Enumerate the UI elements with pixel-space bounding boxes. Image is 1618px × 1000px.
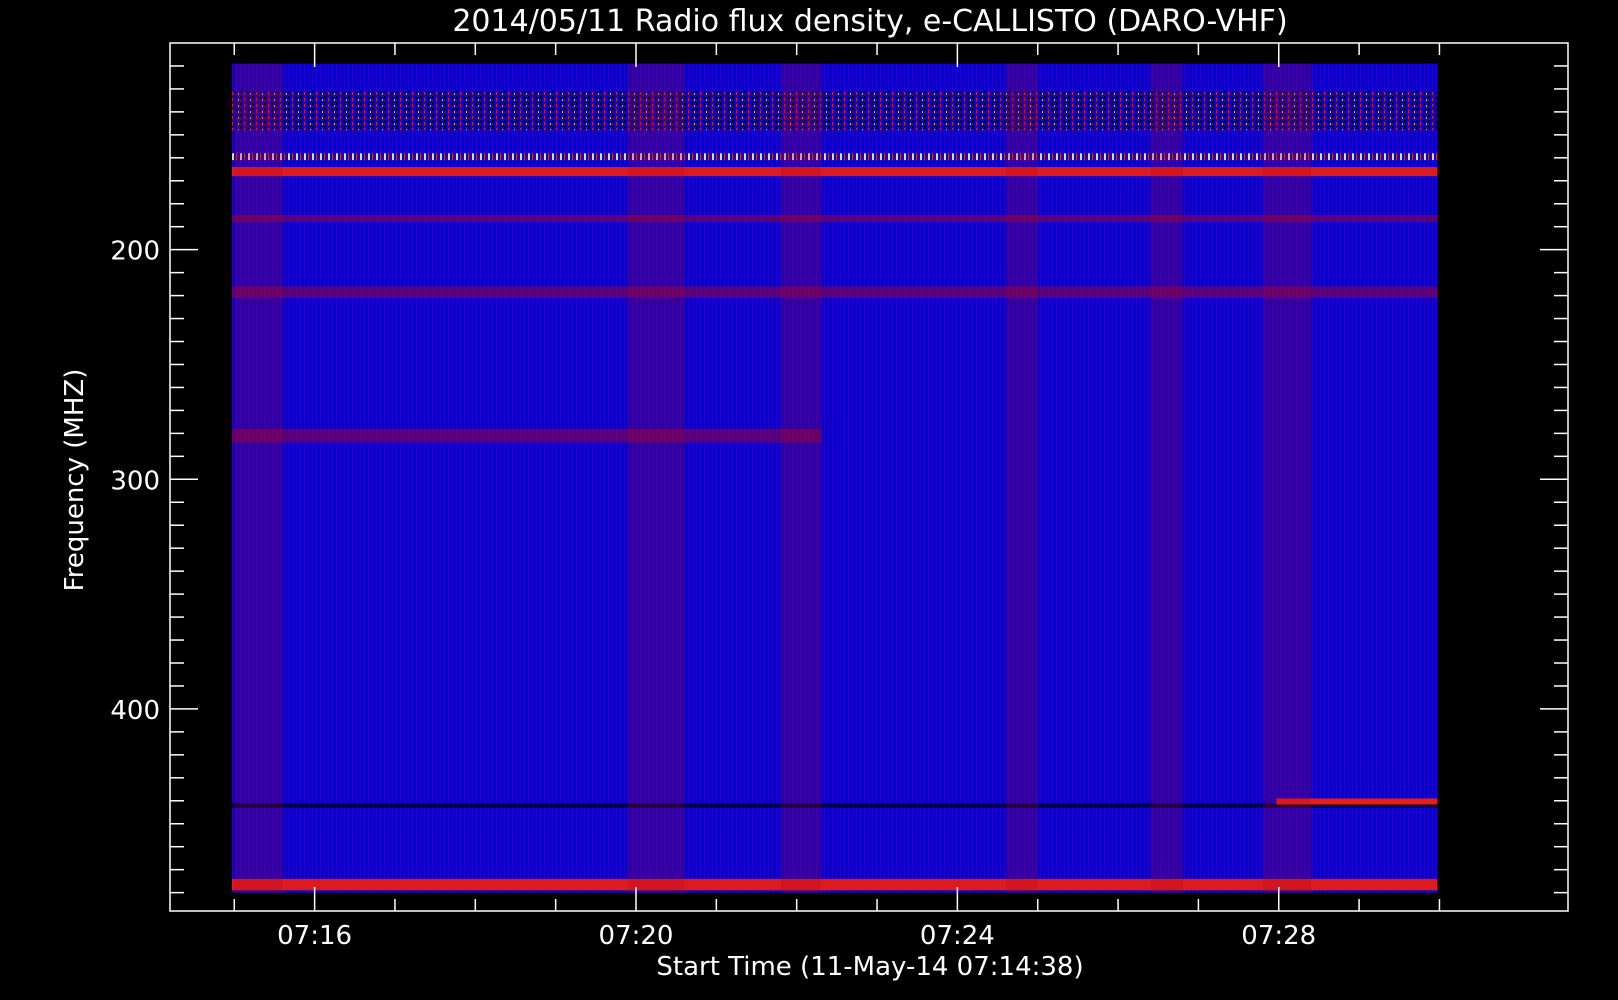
- vertical-shade-2: [780, 63, 821, 893]
- emission-band-4: [231, 286, 1438, 298]
- vertical-shade-3: [1005, 63, 1038, 893]
- heatmap-texture: [231, 63, 1438, 893]
- plot-area: 07:16 07:20 07:24 07:28 200 300 400: [110, 42, 1569, 951]
- vertical-shade-4: [1150, 63, 1183, 893]
- chart-title: 2014/05/11 Radio flux density, e-CALLIST…: [452, 4, 1287, 39]
- y-tick-label-300: 300: [110, 466, 160, 496]
- vertical-shade-0: [234, 63, 283, 893]
- emission-band-6: [231, 803, 1438, 808]
- emission-band-5: [231, 428, 821, 443]
- emission-band-2: [231, 167, 1438, 177]
- x-tick-label-0716: 07:16: [277, 921, 352, 951]
- emission-band-0: [231, 91, 1438, 131]
- y-axis-label: Frequency (MHZ): [60, 369, 90, 592]
- y-tick-label-400: 400: [110, 696, 160, 726]
- x-tick-label-0724: 07:24: [920, 921, 995, 951]
- x-tick-label-0720: 07:20: [599, 921, 674, 951]
- vertical-shade-5: [1262, 63, 1311, 893]
- spectrogram-chart: 2014/05/11 Radio flux density, e-CALLIST…: [60, 4, 1569, 982]
- x-axis-label: Start Time (11-May-14 07:14:38): [656, 952, 1083, 982]
- x-tick-label-0728: 07:28: [1241, 921, 1316, 951]
- emission-band-7: [231, 878, 1438, 891]
- emission-band-3: [231, 215, 1438, 223]
- y-tick-label-200: 200: [110, 237, 160, 267]
- emission-band-1: [231, 153, 1438, 161]
- vertical-shade-1: [627, 63, 685, 893]
